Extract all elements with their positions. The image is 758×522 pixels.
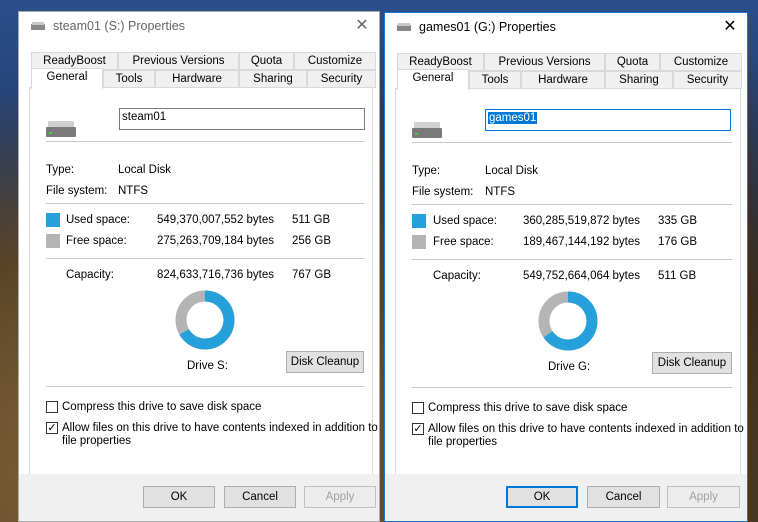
used-space-bytes: 360,285,519,872 bytes: [523, 215, 641, 227]
divider: [412, 204, 732, 205]
compress-checkbox[interactable]: [46, 401, 58, 413]
index-label-line2: file properties: [62, 435, 132, 447]
button-bar: OK Cancel Apply: [19, 474, 379, 521]
close-icon[interactable]: ✕: [713, 13, 747, 41]
used-space-gb: 335 GB: [658, 215, 697, 227]
ok-button[interactable]: OK: [506, 486, 578, 508]
tab-hardware[interactable]: Hardware: [155, 70, 239, 88]
tab-security[interactable]: Security: [307, 70, 376, 88]
drive-name-input[interactable]: games01: [485, 109, 731, 131]
file-system-label: File system:: [46, 185, 108, 197]
divider: [46, 258, 364, 259]
window-title: steam01 (S:) Properties: [53, 19, 185, 33]
disk-cleanup-button[interactable]: Disk Cleanup: [286, 351, 364, 373]
drive-icon: [412, 122, 442, 138]
capacity-bytes: 549,752,664,064 bytes: [523, 270, 641, 282]
cancel-button[interactable]: Cancel: [587, 486, 660, 508]
compress-checkbox[interactable]: [412, 402, 424, 414]
drive-icon: [46, 121, 76, 137]
drive-name-input[interactable]: steam01: [119, 108, 365, 130]
properties-dialog-steam01: steam01 (S:) Properties ✕ ReadyBoost Pre…: [18, 11, 380, 522]
used-space-label: Used space:: [433, 215, 497, 227]
divider: [412, 259, 732, 260]
disk-cleanup-button[interactable]: Disk Cleanup: [652, 352, 732, 374]
tab-quota[interactable]: Quota: [239, 52, 294, 70]
index-checkbox[interactable]: ✓: [46, 422, 58, 434]
index-label-line1: Allow files on this drive to have conten…: [62, 422, 378, 434]
capacity-label: Capacity:: [66, 269, 114, 281]
used-space-label: Used space:: [66, 214, 130, 226]
capacity-label: Capacity:: [433, 270, 481, 282]
tab-previous-versions[interactable]: Previous Versions: [484, 53, 605, 71]
tab-sharing[interactable]: Sharing: [605, 71, 673, 89]
divider: [412, 142, 732, 143]
tab-sharing[interactable]: Sharing: [239, 70, 307, 88]
window-title: games01 (G:) Properties: [419, 20, 556, 34]
close-icon[interactable]: ✕: [345, 12, 379, 40]
capacity-bytes: 824,633,716,736 bytes: [157, 269, 275, 281]
type-value: Local Disk: [485, 165, 539, 177]
index-label-line1: Allow files on this drive to have conten…: [428, 423, 744, 435]
button-bar: OK Cancel Apply: [385, 474, 747, 521]
file-system-value: NTFS: [118, 185, 149, 197]
divider: [412, 387, 732, 388]
title-bar[interactable]: steam01 (S:) Properties ✕: [19, 12, 379, 42]
drive-letter-label: Drive S:: [187, 360, 228, 372]
capacity-gb: 511 GB: [658, 270, 697, 282]
index-label-line2: file properties: [428, 436, 498, 448]
divider: [46, 141, 364, 142]
index-checkbox[interactable]: ✓: [412, 423, 424, 435]
tab-tools[interactable]: Tools: [103, 70, 155, 88]
disk-usage-donut: [538, 291, 598, 351]
free-space-swatch: [412, 235, 426, 249]
free-space-gb: 176 GB: [658, 236, 697, 248]
free-space-label: Free space:: [66, 235, 127, 247]
title-bar[interactable]: games01 (G:) Properties ✕: [385, 13, 747, 43]
compress-label: Compress this drive to save disk space: [428, 402, 628, 414]
free-space-gb: 256 GB: [292, 235, 331, 247]
capacity-gb: 767 GB: [292, 269, 331, 281]
tab-security[interactable]: Security: [673, 71, 742, 89]
compress-label: Compress this drive to save disk space: [62, 401, 262, 413]
free-space-bytes: 189,467,144,192 bytes: [523, 236, 641, 248]
selected-text: games01: [488, 112, 538, 124]
type-value: Local Disk: [118, 164, 172, 176]
tab-general[interactable]: General: [397, 69, 469, 90]
used-space-swatch: [46, 213, 60, 227]
tab-hardware[interactable]: Hardware: [521, 71, 605, 89]
ok-button[interactable]: OK: [143, 486, 215, 508]
tab-previous-versions[interactable]: Previous Versions: [118, 52, 239, 70]
used-space-swatch: [412, 214, 426, 228]
drive-icon: [31, 22, 45, 30]
used-space-bytes: 549,370,007,552 bytes: [157, 214, 275, 226]
file-system-label: File system:: [412, 186, 474, 198]
general-panel: steam01 Type: Local Disk File system: NT…: [29, 87, 378, 475]
type-label: Type:: [412, 165, 441, 177]
free-space-swatch: [46, 234, 60, 248]
type-label: Type:: [46, 164, 75, 176]
used-space-gb: 511 GB: [292, 214, 331, 226]
cancel-button[interactable]: Cancel: [224, 486, 296, 508]
apply-button[interactable]: Apply: [667, 486, 740, 508]
general-panel: games01 Type: Local Disk File system: NT…: [395, 88, 744, 476]
tab-customize[interactable]: Customize: [294, 52, 376, 70]
disk-usage-donut: [175, 290, 235, 350]
drive-icon: [397, 23, 411, 31]
divider: [46, 203, 364, 204]
tab-general[interactable]: General: [31, 68, 103, 89]
divider: [46, 386, 364, 387]
file-system-value: NTFS: [485, 186, 516, 198]
free-space-bytes: 275,263,709,184 bytes: [157, 235, 275, 247]
free-space-label: Free space:: [433, 236, 494, 248]
tab-tools[interactable]: Tools: [469, 71, 521, 89]
properties-dialog-games01: games01 (G:) Properties ✕ ReadyBoost Pre…: [384, 12, 748, 522]
tab-quota[interactable]: Quota: [605, 53, 660, 71]
drive-letter-label: Drive G:: [548, 361, 591, 373]
apply-button[interactable]: Apply: [304, 486, 376, 508]
tab-customize[interactable]: Customize: [660, 53, 742, 71]
